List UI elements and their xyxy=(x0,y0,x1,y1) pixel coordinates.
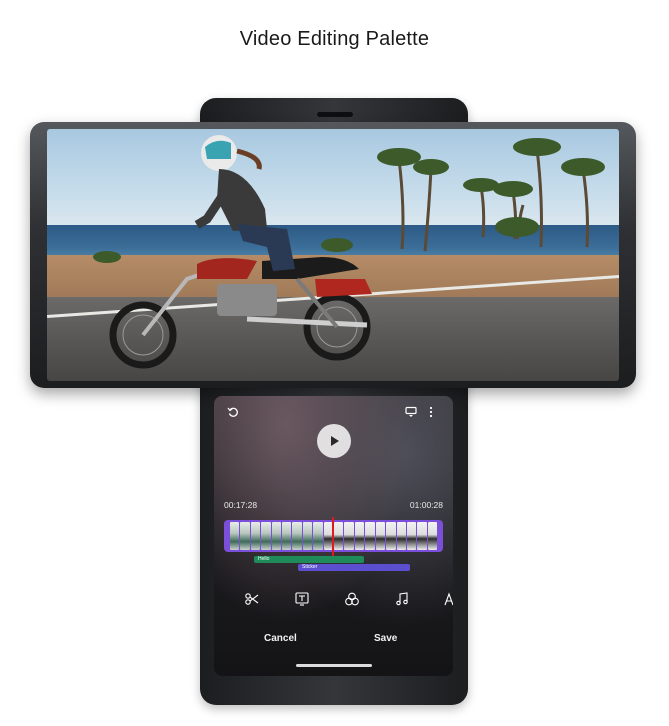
timeline-frame xyxy=(313,522,323,550)
undo-icon[interactable] xyxy=(226,405,240,419)
motorcycle xyxy=(109,257,372,369)
more-tools-icon[interactable] xyxy=(443,591,453,607)
timeline-frame xyxy=(282,522,292,550)
timeline-frame xyxy=(417,522,427,550)
timeline-frame xyxy=(271,522,282,550)
scissors-icon[interactable] xyxy=(244,591,260,607)
earpiece xyxy=(317,112,353,117)
timeline-frame xyxy=(365,522,375,550)
text-icon[interactable] xyxy=(294,591,310,607)
timeline-frame xyxy=(261,522,271,550)
more-vert-icon[interactable] xyxy=(426,405,436,419)
music-icon[interactable] xyxy=(394,591,410,607)
text-track-hello[interactable]: Hello xyxy=(254,556,364,563)
scene-illustration xyxy=(93,135,605,369)
timeline-frame xyxy=(240,522,250,550)
timeline-frame xyxy=(344,522,354,550)
total-time: 01:00:28 xyxy=(409,500,443,510)
timeline-frame xyxy=(292,522,302,550)
cancel-button[interactable]: Cancel xyxy=(264,633,297,644)
video-editor-panel: 00:17:28 01:00:28 Hello Sticker Cancel S… xyxy=(214,396,453,676)
current-time: 00:17:28 xyxy=(224,500,258,510)
motorcycle-scene xyxy=(47,129,619,381)
timeline-frame xyxy=(427,522,438,550)
filter-icon[interactable] xyxy=(344,591,360,607)
timeline-frame xyxy=(230,522,240,550)
timeline-frame xyxy=(375,522,386,550)
playhead[interactable] xyxy=(332,517,334,557)
play-button[interactable] xyxy=(317,424,351,458)
rider xyxy=(194,135,295,271)
page-title: Video Editing Palette xyxy=(239,28,430,50)
timeline-frame xyxy=(302,522,313,550)
timeline-frame xyxy=(250,522,261,550)
home-indicator[interactable] xyxy=(296,664,372,667)
timeline-frame xyxy=(334,522,344,550)
export-icon[interactable] xyxy=(404,405,418,419)
timeline-frame xyxy=(386,522,396,550)
sticker-track[interactable]: Sticker xyxy=(298,564,410,571)
timeline-frame xyxy=(396,522,406,550)
save-button[interactable]: Save xyxy=(374,633,397,644)
video-preview[interactable] xyxy=(47,129,619,381)
play-icon xyxy=(331,436,339,446)
timeline-frame xyxy=(354,522,365,550)
palm-fronds xyxy=(93,138,605,263)
timeline-frame xyxy=(406,522,417,550)
